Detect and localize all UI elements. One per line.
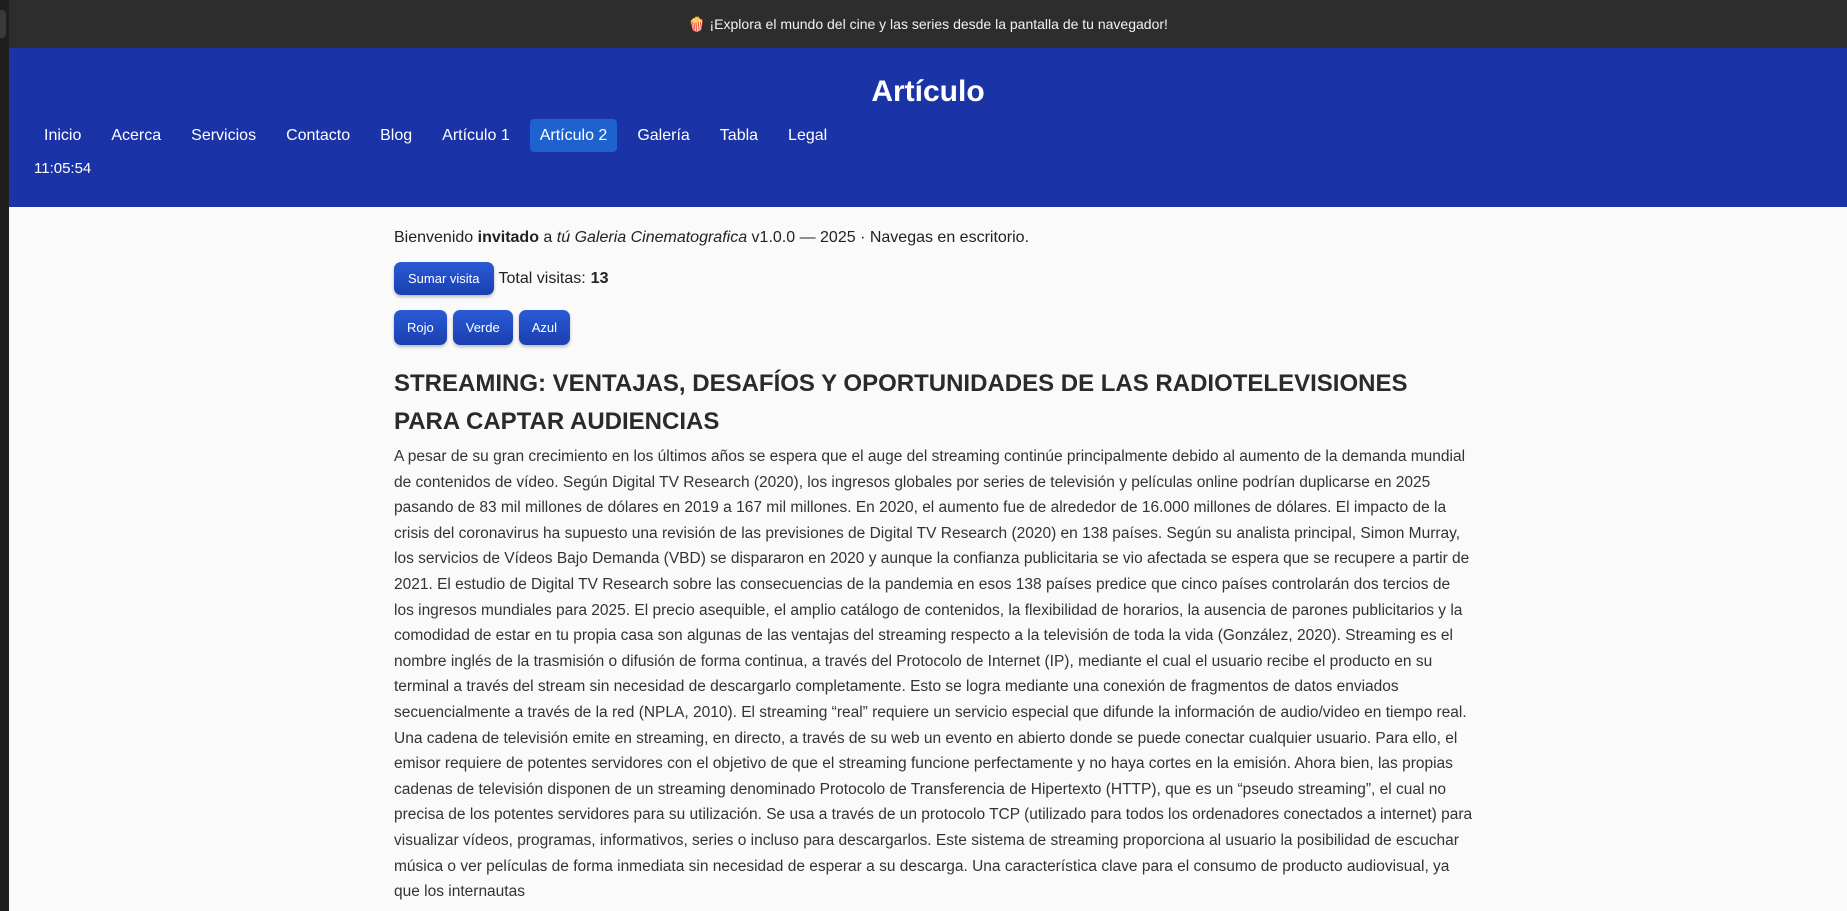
blue-button[interactable]: Azul — [518, 310, 571, 345]
nav-item-blog[interactable]: Blog — [370, 119, 422, 152]
visits-label: Total visitas: — [498, 269, 586, 287]
site-name: tú Galeria Cinematografica — [556, 229, 748, 246]
clock: 11:05:54 — [34, 160, 92, 177]
popcorn-icon: 🍿 — [688, 15, 706, 32]
welcome-connector: a — [543, 229, 553, 246]
visits-count: 13 — [590, 269, 609, 287]
nav-item-inicio[interactable]: Inicio — [34, 119, 91, 152]
welcome-prefix: Bienvenido — [394, 229, 474, 246]
article-body: A pesar de su gran crecimiento en los úl… — [394, 448, 1473, 901]
nav-item-contacto[interactable]: Contacto — [276, 119, 360, 152]
color-buttons: Rojo Verde Azul — [394, 310, 1474, 345]
welcome-suffix: v1.0.0 — 2025 · Navegas en escritorio. — [751, 229, 1030, 246]
page-viewport: 🍿 ¡Explora el mundo del cine y las serie… — [9, 0, 1847, 911]
side-tab-handle[interactable] — [0, 10, 6, 38]
site-header: Artículo Inicio Acerca Servicios Contact… — [9, 48, 1847, 207]
nav-item-galeria[interactable]: Galería — [627, 119, 699, 152]
add-visit-button[interactable]: Sumar visita — [394, 262, 494, 295]
announcement-bar: 🍿 ¡Explora el mundo del cine y las serie… — [9, 0, 1847, 48]
main-nav: Inicio Acerca Servicios Contacto Blog Ar… — [34, 119, 837, 152]
visit-counter: Sumar visita Total visitas: 13 — [394, 262, 1474, 295]
browser-side-strip — [0, 0, 9, 911]
nav-item-acerca[interactable]: Acerca — [101, 119, 171, 152]
nav-item-articulo-2[interactable]: Artículo 2 — [529, 119, 618, 152]
page-title: Artículo — [871, 75, 985, 108]
nav-item-servicios[interactable]: Servicios — [181, 119, 266, 152]
green-button[interactable]: Verde — [452, 310, 513, 345]
nav-item-legal[interactable]: Legal — [778, 119, 837, 152]
welcome-user: invitado — [477, 229, 539, 246]
welcome-line: Bienvenido invitado a tú Galeria Cinemat… — [394, 228, 1474, 248]
announcement-text: ¡Explora el mundo del cine y las series … — [709, 16, 1168, 32]
red-button[interactable]: Rojo — [394, 310, 447, 345]
main-content: Bienvenido invitado a tú Galeria Cinemat… — [394, 207, 1474, 905]
nav-item-tabla[interactable]: Tabla — [710, 119, 768, 152]
article-title: STREAMING: VENTAJAS, DESAFÍOS Y OPORTUNI… — [394, 370, 1408, 435]
nav-item-articulo-1[interactable]: Artículo 1 — [432, 119, 520, 152]
